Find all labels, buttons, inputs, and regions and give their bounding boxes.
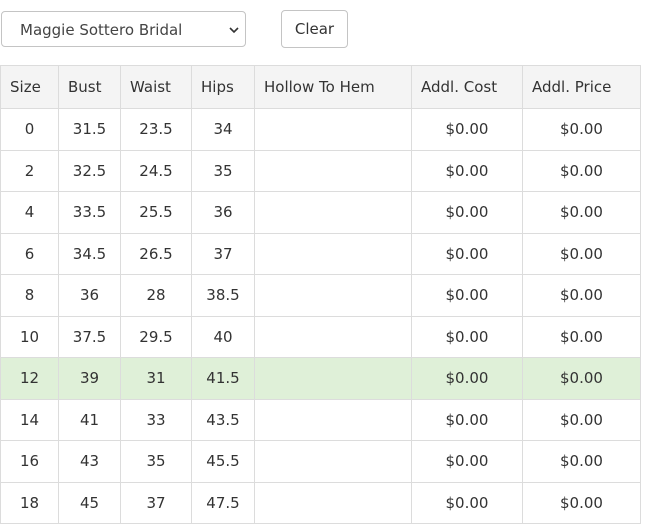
waist-cell: 26.5: [120, 232, 192, 275]
addl-price-cell: $0.00: [522, 481, 641, 524]
size-cell: 0: [0, 108, 59, 151]
column-header-addl-price[interactable]: Addl. Price: [522, 65, 641, 109]
hollow-to-hem-cell: [254, 440, 412, 483]
bust-cell: 31.5: [58, 108, 121, 151]
size-cell: 14: [0, 398, 59, 441]
hips-cell: 37: [191, 232, 255, 275]
hips-cell: 36: [191, 191, 255, 234]
waist-cell: 35: [120, 440, 192, 483]
clear-button[interactable]: Clear: [281, 10, 348, 48]
hips-cell: 40: [191, 315, 255, 358]
column-header-hollow-to-hem[interactable]: Hollow To Hem: [254, 65, 412, 109]
bust-cell: 45: [58, 481, 121, 524]
addl-price-cell: $0.00: [522, 274, 641, 317]
addl-cost-cell: $0.00: [411, 481, 523, 524]
table-row[interactable]: 14 41 33 43.5 $0.00 $0.00: [0, 398, 641, 441]
size-cell: 4: [0, 191, 59, 234]
table-row[interactable]: 10 37.5 29.5 40 $0.00 $0.00: [0, 315, 641, 358]
hips-cell: 38.5: [191, 274, 255, 317]
addl-cost-cell: $0.00: [411, 440, 523, 483]
addl-cost-cell: $0.00: [411, 232, 523, 275]
addl-price-cell: $0.00: [522, 232, 641, 275]
hips-cell: 45.5: [191, 440, 255, 483]
table-header: Size Bust Waist Hips Hollow To Hem Addl.…: [0, 65, 641, 109]
hips-cell: 34: [191, 108, 255, 151]
addl-cost-cell: $0.00: [411, 108, 523, 151]
size-cell: 10: [0, 315, 59, 358]
hollow-to-hem-cell: [254, 232, 412, 275]
addl-price-cell: $0.00: [522, 191, 641, 234]
bust-cell: 39: [58, 357, 121, 400]
waist-cell: 33: [120, 398, 192, 441]
waist-cell: 37: [120, 481, 192, 524]
addl-cost-cell: $0.00: [411, 357, 523, 400]
table-row[interactable]: 4 33.5 25.5 36 $0.00 $0.00: [0, 191, 641, 234]
waist-cell: 25.5: [120, 191, 192, 234]
toolbar: Maggie Sottero Bridal Clear: [0, 0, 645, 60]
hollow-to-hem-cell: [254, 149, 412, 192]
size-cell: 16: [0, 440, 59, 483]
table-row[interactable]: 2 32.5 24.5 35 $0.00 $0.00: [0, 149, 641, 192]
size-chart-table: Size Bust Waist Hips Hollow To Hem Addl.…: [0, 65, 641, 524]
addl-cost-cell: $0.00: [411, 315, 523, 358]
size-cell: 12: [0, 357, 59, 400]
bust-cell: 32.5: [58, 149, 121, 192]
addl-price-cell: $0.00: [522, 357, 641, 400]
addl-price-cell: $0.00: [522, 398, 641, 441]
waist-cell: 31: [120, 357, 192, 400]
table-row[interactable]: 12 39 31 41.5 $0.00 $0.00: [0, 357, 641, 400]
bust-cell: 36: [58, 274, 121, 317]
waist-cell: 24.5: [120, 149, 192, 192]
table-row[interactable]: 0 31.5 23.5 34 $0.00 $0.00: [0, 108, 641, 151]
hollow-to-hem-cell: [254, 108, 412, 151]
hollow-to-hem-cell: [254, 481, 412, 524]
column-header-addl-cost[interactable]: Addl. Cost: [411, 65, 523, 109]
table-row[interactable]: 6 34.5 26.5 37 $0.00 $0.00: [0, 232, 641, 275]
bust-cell: 41: [58, 398, 121, 441]
size-cell: 6: [0, 232, 59, 275]
hips-cell: 35: [191, 149, 255, 192]
hollow-to-hem-cell: [254, 191, 412, 234]
waist-cell: 23.5: [120, 108, 192, 151]
addl-cost-cell: $0.00: [411, 149, 523, 192]
hips-cell: 41.5: [191, 357, 255, 400]
bust-cell: 43: [58, 440, 121, 483]
column-header-bust[interactable]: Bust: [58, 65, 121, 109]
chevron-down-icon: [229, 27, 239, 34]
table-row[interactable]: 8 36 28 38.5 $0.00 $0.00: [0, 274, 641, 317]
waist-cell: 28: [120, 274, 192, 317]
waist-cell: 29.5: [120, 315, 192, 358]
bust-cell: 34.5: [58, 232, 121, 275]
bust-cell: 37.5: [58, 315, 121, 358]
column-header-hips[interactable]: Hips: [191, 65, 255, 109]
addl-price-cell: $0.00: [522, 149, 641, 192]
column-header-waist[interactable]: Waist: [120, 65, 192, 109]
header-row: Size Bust Waist Hips Hollow To Hem Addl.…: [0, 65, 641, 109]
hollow-to-hem-cell: [254, 357, 412, 400]
table-row[interactable]: 18 45 37 47.5 $0.00 $0.00: [0, 481, 641, 524]
designer-select[interactable]: Maggie Sottero Bridal: [1, 11, 246, 47]
size-cell: 18: [0, 481, 59, 524]
designer-select-value: Maggie Sottero Bridal: [20, 21, 183, 39]
size-cell: 2: [0, 149, 59, 192]
addl-price-cell: $0.00: [522, 315, 641, 358]
addl-price-cell: $0.00: [522, 108, 641, 151]
table-row[interactable]: 16 43 35 45.5 $0.00 $0.00: [0, 440, 641, 483]
bust-cell: 33.5: [58, 191, 121, 234]
addl-cost-cell: $0.00: [411, 274, 523, 317]
hollow-to-hem-cell: [254, 398, 412, 441]
addl-cost-cell: $0.00: [411, 398, 523, 441]
addl-price-cell: $0.00: [522, 440, 641, 483]
hips-cell: 43.5: [191, 398, 255, 441]
size-cell: 8: [0, 274, 59, 317]
hips-cell: 47.5: [191, 481, 255, 524]
hollow-to-hem-cell: [254, 274, 412, 317]
hollow-to-hem-cell: [254, 315, 412, 358]
table-body: 0 31.5 23.5 34 $0.00 $0.00 2 32.5 24.5 35 $0.00 $0.…: [0, 108, 641, 524]
addl-cost-cell: $0.00: [411, 191, 523, 234]
column-header-size[interactable]: Size: [0, 65, 59, 109]
